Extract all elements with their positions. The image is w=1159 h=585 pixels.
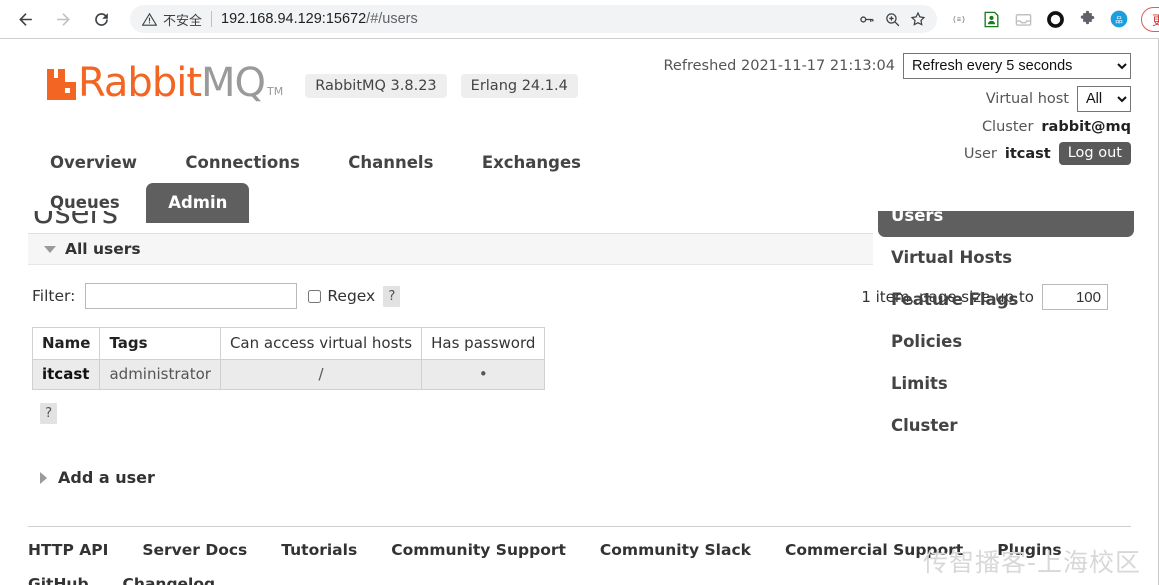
- cell-user-has-password: •: [421, 359, 546, 390]
- puzzle-extension-icon[interactable]: [1073, 5, 1101, 33]
- regex-toggle[interactable]: Regex: [308, 287, 375, 305]
- sidebar-item-policies[interactable]: Policies: [878, 321, 1134, 363]
- sidebar-item-limits[interactable]: Limits: [878, 363, 1134, 405]
- footer-link-http-api[interactable]: HTTP API: [28, 541, 108, 559]
- cell-user-tags: administrator: [99, 359, 221, 390]
- url-text[interactable]: 192.168.94.129:15672/#/users: [221, 11, 853, 27]
- rabbitmq-logo-icon: [44, 59, 76, 103]
- users-table-head: Name Tags Can access virtual hosts Has p…: [31, 327, 546, 360]
- tab-exchanges[interactable]: Exchanges: [460, 143, 603, 183]
- table-header-row: Name Tags Can access virtual hosts Has p…: [31, 327, 546, 360]
- watermark-text: 传智播客-上海校区: [922, 548, 1141, 577]
- brand-rabbit: Rabbit: [78, 60, 202, 106]
- tab-channels[interactable]: Channels: [326, 143, 455, 183]
- table-row[interactable]: itcast administrator / •: [31, 359, 546, 390]
- tab-connections[interactable]: Connections: [163, 143, 321, 183]
- browser-toolbar: 不安全 192.168.94.129:15672/#/users (≡) 品: [0, 0, 1159, 39]
- all-users-section-header[interactable]: All users: [28, 233, 873, 265]
- warning-triangle-icon: [142, 12, 157, 27]
- users-table-body: itcast administrator / •: [31, 359, 546, 390]
- col-has-password[interactable]: Has password: [421, 327, 546, 360]
- circle-o-icon[interactable]: [1041, 5, 1069, 33]
- main-content-scroll: Users All users Filter: Regex ? 1 item, …: [0, 211, 1159, 521]
- footer-link-github[interactable]: GitHub: [28, 575, 89, 585]
- tab-overview[interactable]: Overview: [28, 143, 159, 183]
- url-host: 192.168.94.129:15672: [221, 11, 367, 27]
- user-badge-icon[interactable]: [977, 5, 1005, 33]
- admin-sidebar: Users Virtual Hosts Feature Flags Polici…: [878, 211, 1134, 447]
- refreshed-label: Refreshed 2021-11-17 21:13:04: [663, 58, 896, 74]
- rabbitmq-management-page: RabbitMQ TM RabbitMQ 3.8.23 Erlang 24.1.…: [0, 39, 1159, 585]
- rabbitmq-version-badge: RabbitMQ 3.8.23: [305, 74, 447, 98]
- sidebar-item-cluster[interactable]: Cluster: [878, 405, 1134, 447]
- security-status-label: 不安全: [163, 13, 203, 29]
- regex-checkbox[interactable]: [308, 289, 322, 303]
- nav-row-1: Overview Connections Channels Exchanges: [28, 143, 1128, 183]
- url-path: /#/users: [366, 11, 418, 27]
- avatar-icon[interactable]: 品: [1105, 5, 1133, 33]
- brand-wordmark: RabbitMQ: [78, 60, 266, 106]
- footer-link-community-slack[interactable]: Community Slack: [600, 541, 751, 559]
- filter-row: Filter: Regex ? 1 item, page size up to: [32, 283, 1108, 310]
- download-inbox-icon[interactable]: [1009, 5, 1037, 33]
- reload-icon[interactable]: [84, 2, 118, 36]
- cell-user-vhosts: /: [219, 359, 423, 390]
- equalizer-icon[interactable]: (≡): [945, 5, 973, 33]
- filter-help-icon[interactable]: ?: [383, 285, 401, 307]
- add-user-section[interactable]: Add a user: [40, 468, 873, 487]
- extension-icons: (≡) 品: [943, 5, 1135, 33]
- col-name[interactable]: Name: [31, 327, 101, 360]
- cluster-label: Cluster: [981, 119, 1034, 135]
- footer-link-tutorials[interactable]: Tutorials: [281, 541, 357, 559]
- table-help-icon[interactable]: ?: [40, 403, 58, 424]
- users-panel: Users All users Filter: Regex ? 1 item, …: [28, 211, 1108, 487]
- update-button[interactable]: 更新: [1141, 6, 1159, 32]
- col-can-access-vhosts[interactable]: Can access virtual hosts: [219, 327, 423, 360]
- page-title: Users: [32, 211, 118, 231]
- footer-link-changelog[interactable]: Changelog: [123, 575, 216, 585]
- all-users-label: All users: [65, 240, 141, 258]
- svg-text:品: 品: [1115, 15, 1123, 24]
- vhost-label: Virtual host: [985, 91, 1069, 107]
- update-label: 更新: [1152, 10, 1159, 29]
- vhost-select[interactable]: All: [1077, 86, 1131, 112]
- users-table: Name Tags Can access virtual hosts Has p…: [31, 327, 546, 390]
- cluster-name: rabbit@mq: [1041, 119, 1131, 135]
- table-help-wrap: ?: [32, 403, 873, 424]
- sidebar-item-virtual-hosts[interactable]: Virtual Hosts: [878, 237, 1134, 279]
- brand-mq: MQ: [201, 60, 266, 106]
- erlang-version-badge: Erlang 24.1.4: [460, 74, 578, 98]
- svg-text:(≡): (≡): [952, 17, 965, 25]
- vhost-row: Virtual host All: [664, 86, 1131, 112]
- version-badges: RabbitMQ 3.8.23 Erlang 24.1.4: [305, 74, 592, 98]
- refresh-row: Refreshed 2021-11-17 21:13:04 Refresh ev…: [663, 53, 1131, 79]
- filter-label: Filter:: [32, 287, 76, 305]
- refresh-interval-select[interactable]: Refresh every 5 seconds: [903, 53, 1131, 79]
- cell-user-name[interactable]: itcast: [31, 359, 101, 390]
- back-arrow-icon[interactable]: [8, 2, 42, 36]
- regex-label: Regex: [327, 287, 376, 305]
- col-tags[interactable]: Tags: [99, 327, 221, 360]
- chevron-down-icon[interactable]: [44, 245, 56, 253]
- omnibox[interactable]: 不安全 192.168.94.129:15672/#/users: [130, 5, 937, 33]
- bookmark-star-icon[interactable]: [905, 6, 931, 32]
- sidebar-item-users[interactable]: Users: [878, 211, 1134, 237]
- cluster-row: Cluster rabbit@mq: [664, 119, 1131, 135]
- chevron-right-icon[interactable]: [40, 471, 47, 484]
- zoom-icon[interactable]: [879, 6, 905, 32]
- footer-link-server-docs[interactable]: Server Docs: [142, 541, 247, 559]
- brand-header: RabbitMQ TM RabbitMQ 3.8.23 Erlang 24.1.…: [44, 59, 592, 103]
- filter-input[interactable]: [85, 283, 298, 309]
- sidebar-item-feature-flags[interactable]: Feature Flags: [878, 279, 1134, 321]
- add-user-label: Add a user: [58, 468, 155, 487]
- forward-arrow-icon[interactable]: [46, 2, 80, 36]
- omnibox-divider: [211, 11, 213, 27]
- password-key-icon[interactable]: [853, 6, 879, 32]
- footer-link-community-support[interactable]: Community Support: [391, 541, 566, 559]
- trademark-mark: TM: [267, 85, 284, 98]
